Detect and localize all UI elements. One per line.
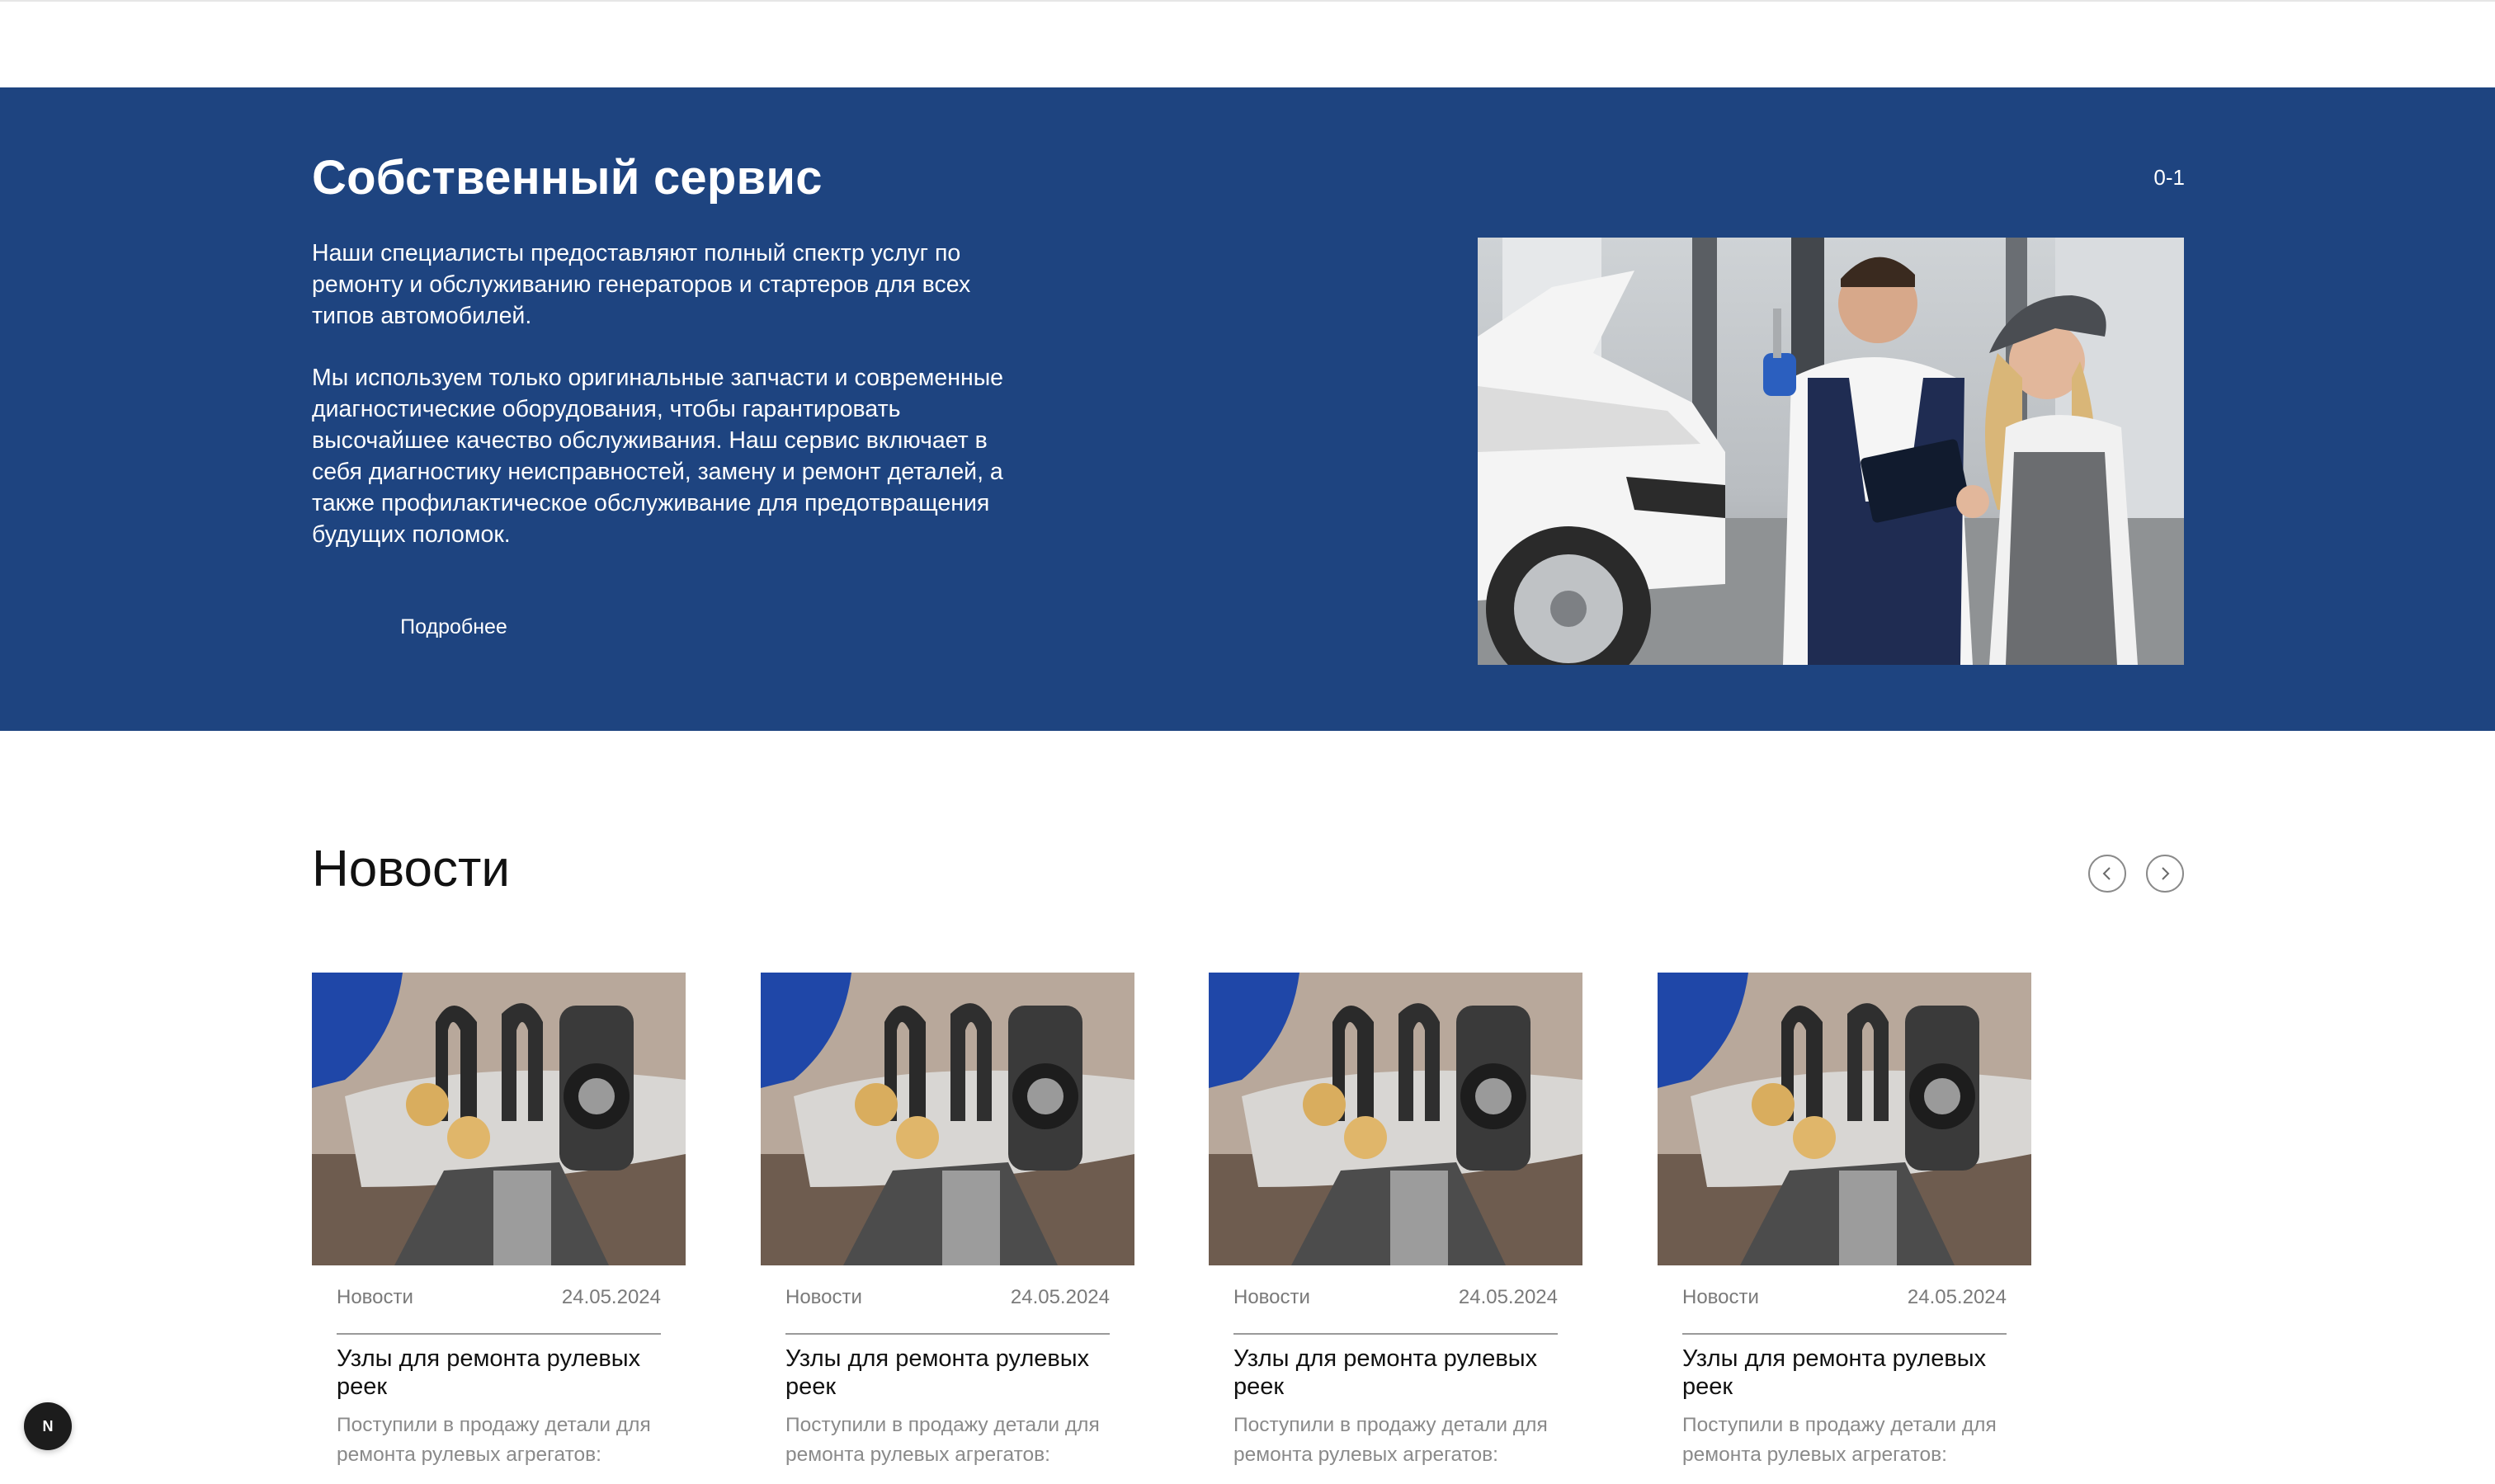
news-card-description: Поступили в продажу детали для ремонта р… [785, 1414, 1100, 1466]
news-card[interactable]: Новости 24.05.2024 Узлы для ремонта руле… [1209, 973, 1582, 1484]
chevron-right-icon [2162, 867, 2170, 880]
mechanics-illustration [1478, 238, 2184, 665]
news-card-meta: Новости 24.05.2024 [785, 1286, 1110, 1309]
news-card-title[interactable]: Узлы для ремонта рулевых реек [1233, 1345, 1558, 1401]
steering-rack-parts-image [761, 973, 1134, 1265]
news-card-meta: Новости 24.05.2024 [1682, 1286, 2007, 1309]
top-header-strip [0, 0, 2495, 87]
news-card-divider [1682, 1333, 2007, 1335]
service-description: Наши специалисты предоставляют полный сп… [312, 238, 1038, 581]
news-card-meta: Новости 24.05.2024 [337, 1286, 661, 1309]
news-next-button[interactable] [2146, 855, 2184, 893]
news-card-category: Новости [1233, 1286, 1310, 1308]
news-card-divider [337, 1333, 661, 1335]
news-card-image [1658, 973, 2031, 1265]
steering-rack-parts-image [1658, 973, 2031, 1265]
service-title: Собственный сервис [312, 151, 823, 205]
news-card-category: Новости [1682, 1286, 1759, 1308]
news-card-title[interactable]: Узлы для ремонта рулевых реек [1682, 1345, 2007, 1401]
news-card-date: 24.05.2024 [1907, 1286, 2007, 1308]
news-card[interactable]: Новости 24.05.2024 Узлы для ремонта руле… [761, 973, 1134, 1484]
news-card-divider [1233, 1333, 1558, 1335]
slide-counter: 0-1 [2153, 165, 2185, 190]
news-card-description: Поступили в продажу детали для ремонта р… [1233, 1414, 1548, 1466]
news-card[interactable]: Новости 24.05.2024 Узлы для ремонта руле… [1658, 973, 2031, 1484]
news-card-category: Новости [337, 1286, 413, 1308]
news-card-date: 24.05.2024 [1010, 1286, 1110, 1308]
service-paragraph-2: Мы используем только оригинальные запчас… [312, 365, 1004, 548]
mechanics-photo [1478, 238, 2184, 665]
news-card-date: 24.05.2024 [1458, 1286, 1558, 1308]
service-section: Собственный сервис 0-1 Наши специалисты … [0, 87, 2495, 731]
news-card-image [761, 973, 1134, 1265]
steering-rack-parts-image [312, 973, 686, 1265]
news-card-title[interactable]: Узлы для ремонта рулевых реек [785, 1345, 1110, 1401]
news-card-title[interactable]: Узлы для ремонта рулевых реек [337, 1345, 661, 1401]
news-card-meta: Новости 24.05.2024 [1233, 1286, 1558, 1309]
news-title: Новости [312, 841, 511, 897]
news-card-description: Поступили в продажу детали для ремонта р… [337, 1414, 651, 1466]
news-card-description: Поступили в продажу детали для ремонта р… [1682, 1414, 1997, 1466]
chevron-left-icon [2102, 867, 2111, 880]
more-button[interactable]: Подробнее [312, 597, 596, 657]
news-card-image [1209, 973, 1582, 1265]
news-card-image [312, 973, 686, 1265]
news-card-category: Новости [785, 1286, 862, 1308]
news-card[interactable]: Новости 24.05.2024 Узлы для ремонта руле… [312, 973, 686, 1484]
news-prev-button[interactable] [2088, 855, 2126, 893]
n-badge-button[interactable]: N [24, 1402, 72, 1450]
service-paragraph-1: Наши специалисты предоставляют полный сп… [312, 240, 971, 329]
news-card-date: 24.05.2024 [561, 1286, 661, 1308]
steering-rack-parts-image [1209, 973, 1582, 1265]
news-card-divider [785, 1333, 1110, 1335]
